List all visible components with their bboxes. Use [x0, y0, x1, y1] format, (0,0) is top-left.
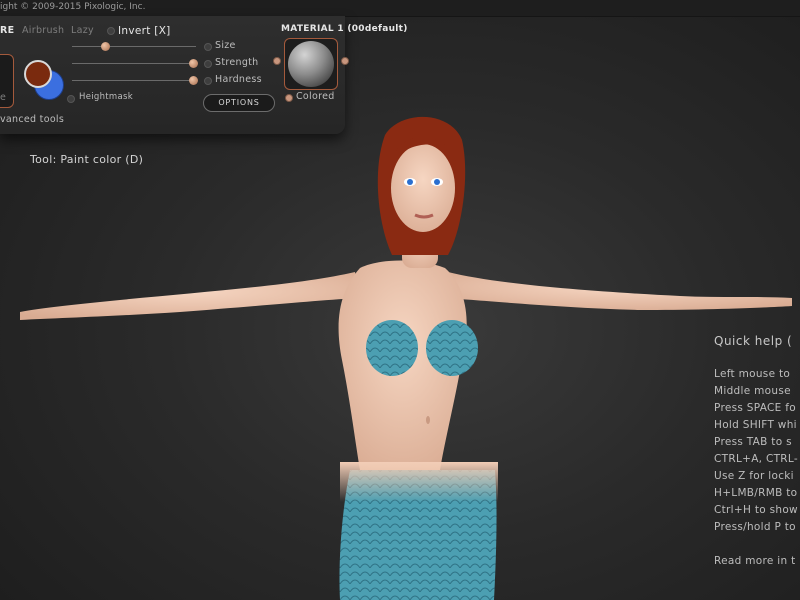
viewport-figure[interactable] [0, 0, 800, 600]
quick-help-line: Hold SHIFT whi [714, 419, 797, 431]
left-iris [407, 179, 413, 185]
quick-help-line: Press SPACE fo [714, 402, 796, 414]
quick-help-line: Press/hold P to [714, 521, 796, 533]
left-arm [20, 272, 360, 320]
quick-help-line: CTRL+A, CTRL- [714, 453, 798, 465]
right-iris [434, 179, 440, 185]
quick-help-line: Ctrl+H to show [714, 504, 798, 516]
quick-help-line: H+LMB/RMB to [714, 487, 798, 499]
quick-help-title: Quick help ( [714, 334, 793, 348]
right-arm [444, 272, 792, 310]
right-bra [426, 320, 478, 376]
quick-help-line: Press TAB to s [714, 436, 792, 448]
tail-fade [340, 462, 498, 502]
quick-help-line: Middle mouse [714, 385, 791, 397]
read-more-link[interactable]: Read more in t [714, 555, 795, 567]
quick-help-line: Left mouse to [714, 368, 791, 380]
navel [426, 416, 430, 424]
left-bra [366, 320, 418, 376]
face [391, 144, 455, 232]
quick-help-line: Use Z for locki [714, 470, 794, 482]
